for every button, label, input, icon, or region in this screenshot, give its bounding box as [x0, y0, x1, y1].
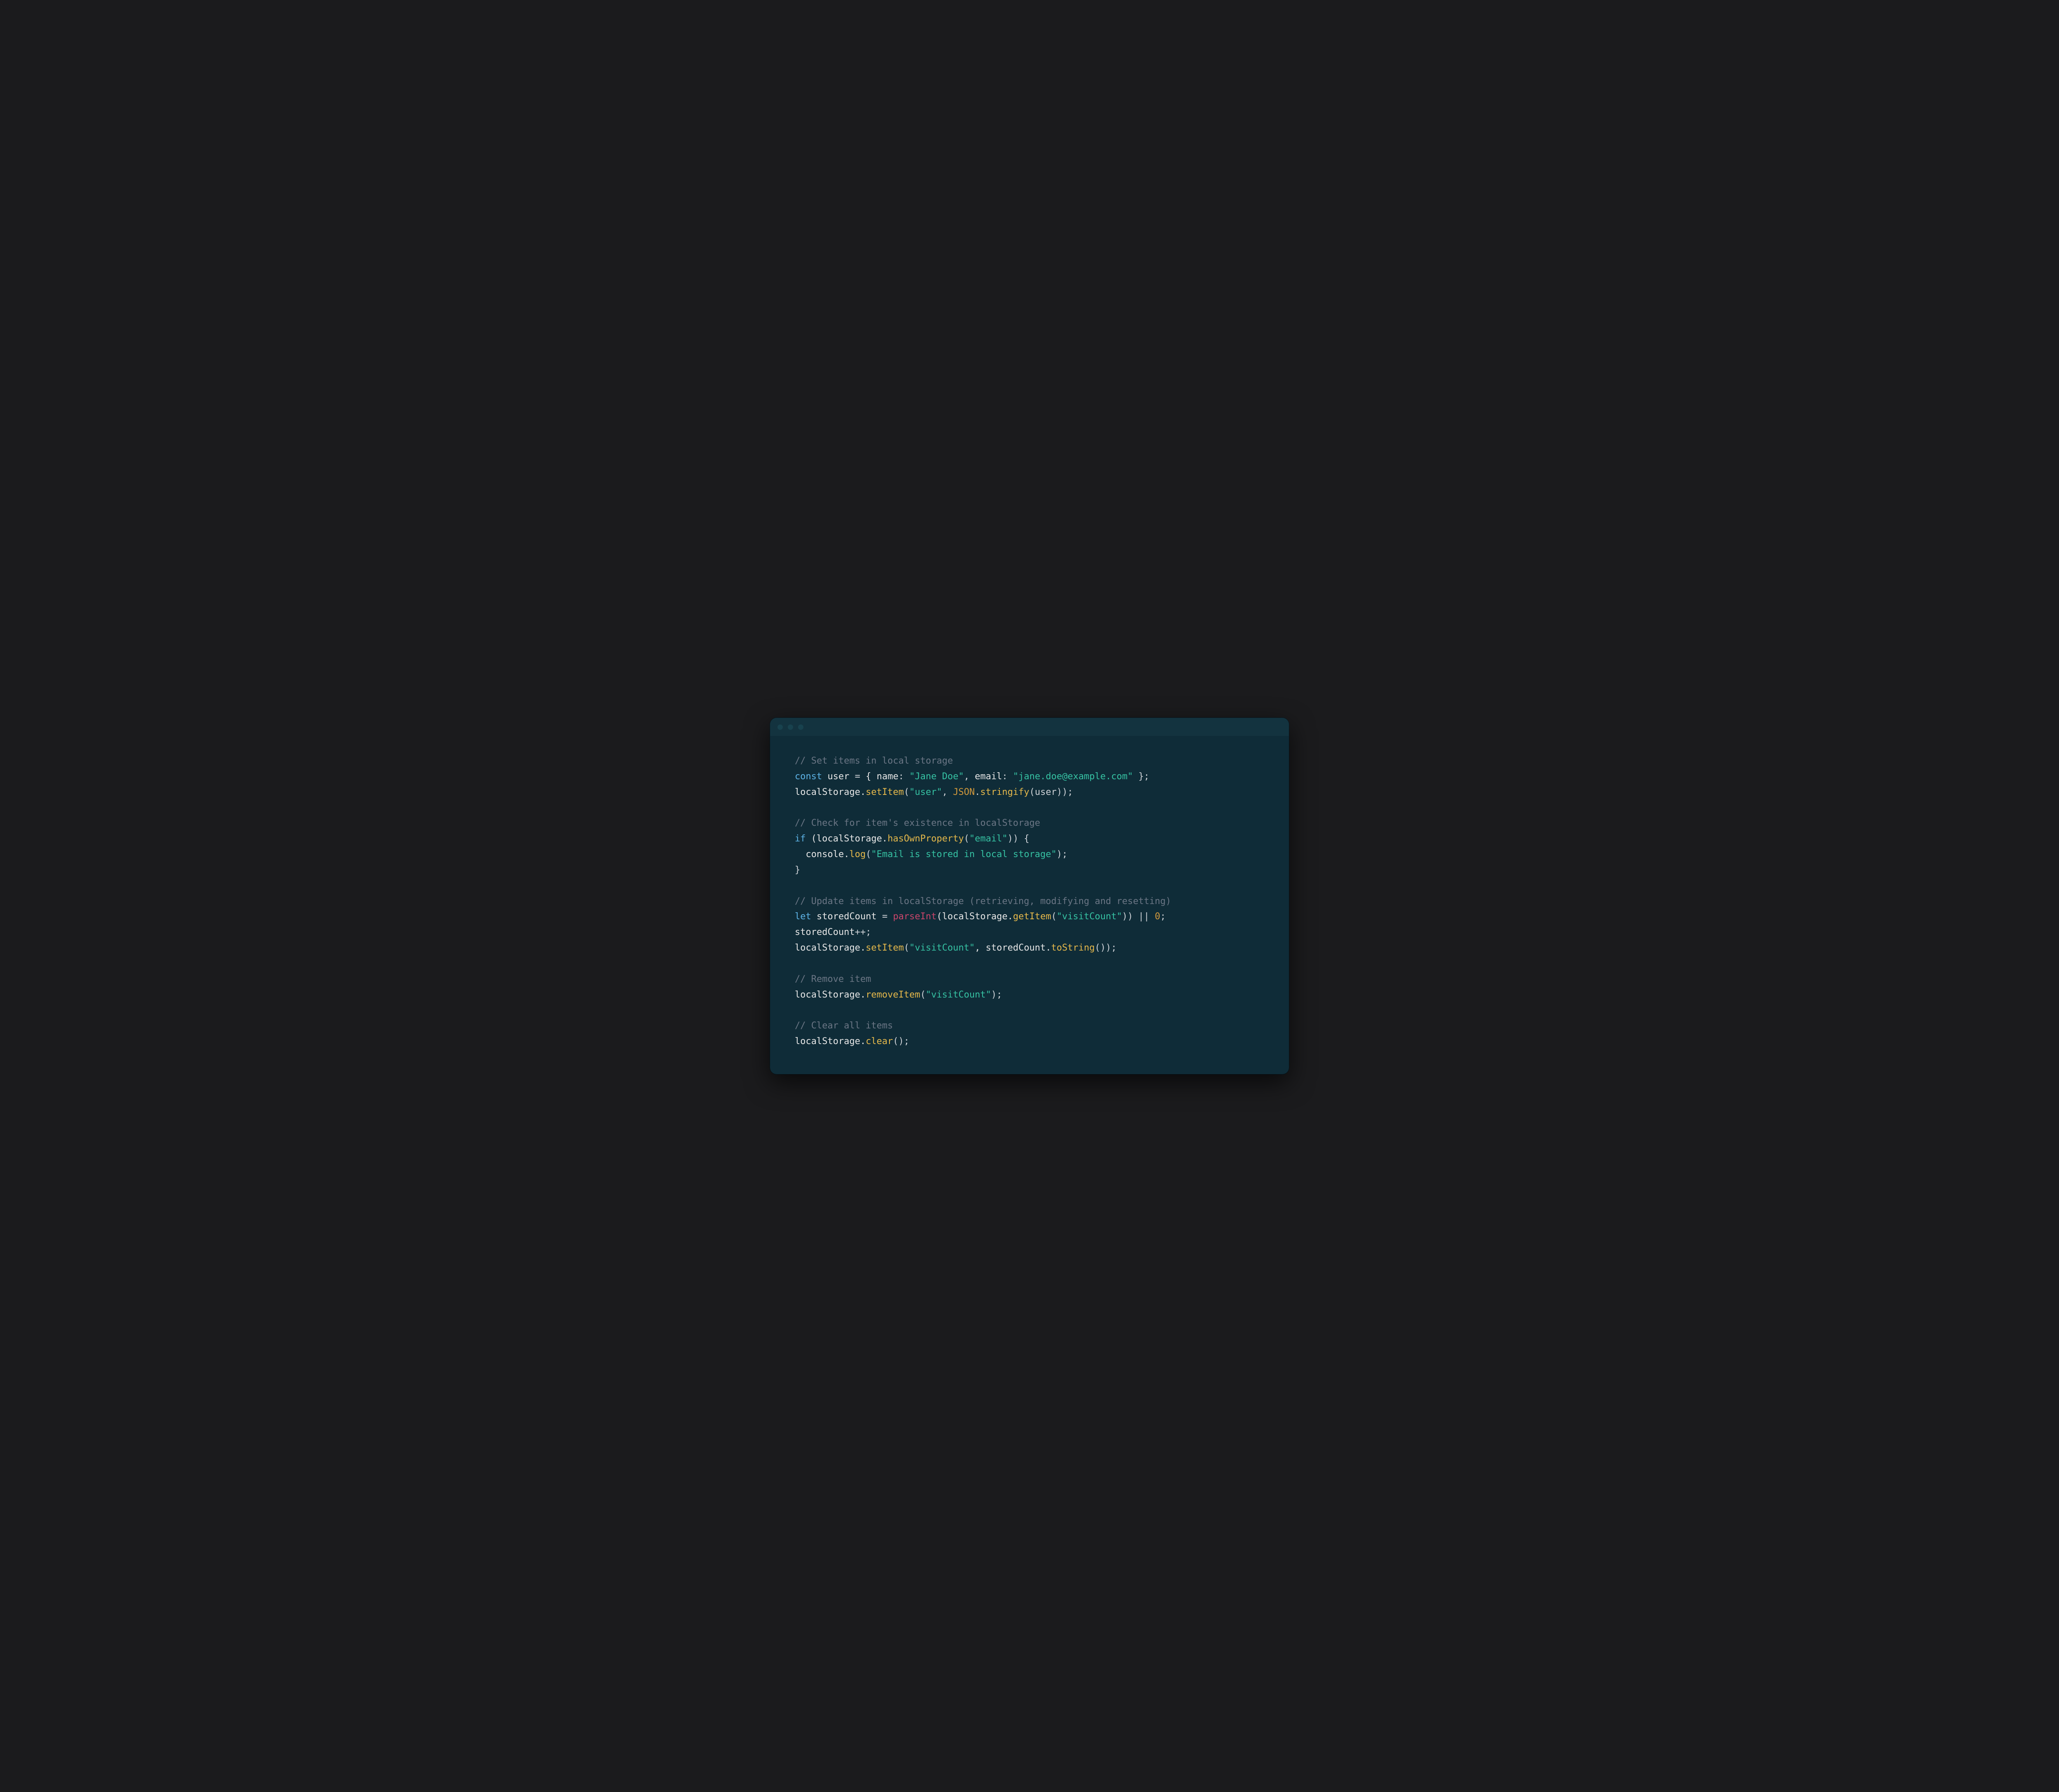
code-token: (localStorage.: [806, 834, 888, 844]
code-token: console.: [795, 849, 849, 860]
code-token: , storedCount.: [975, 943, 1051, 953]
code-comment: // Remove item: [795, 974, 871, 984]
code-token: parseInt: [893, 911, 936, 922]
code-token: setItem: [866, 787, 904, 797]
code-token: ();: [893, 1036, 909, 1047]
code-token: user: [822, 771, 854, 782]
code-comment: // Update items in localStorage (retriev…: [795, 896, 1171, 907]
code-token: localStorage.: [795, 1036, 866, 1047]
code-token: hasOwnProperty: [887, 834, 964, 844]
code-token: )) {: [1008, 834, 1030, 844]
code-token: "Email is stored in local storage": [871, 849, 1056, 860]
code-comment: // Clear all items: [795, 1021, 893, 1031]
code-token: ());: [1095, 943, 1117, 953]
code-token: }: [795, 865, 800, 875]
code-token: removeItem: [866, 990, 920, 1000]
code-token: email: [969, 771, 1002, 782]
code-token: "visitCount": [909, 943, 975, 953]
code-token: (: [1051, 911, 1057, 922]
code-editor[interactable]: // Set items in local storage const user…: [770, 736, 1289, 1074]
code-token: if: [795, 834, 806, 844]
code-token: (: [866, 849, 871, 860]
code-comment: // Set items in local storage: [795, 756, 953, 766]
code-window: // Set items in local storage const user…: [770, 718, 1289, 1074]
code-token: ,: [964, 771, 969, 782]
code-token: stringify: [980, 787, 1029, 797]
code-token: (: [904, 787, 909, 797]
code-token: setItem: [866, 943, 904, 953]
code-token: };: [1133, 771, 1149, 782]
traffic-light-close-icon[interactable]: [777, 724, 783, 730]
code-token: 0: [1155, 911, 1160, 922]
code-token: (: [904, 943, 909, 953]
code-comment: // Check for item's existence in localSt…: [795, 818, 1040, 828]
code-token: localStorage.: [795, 787, 866, 797]
code-token: getItem: [1013, 911, 1051, 922]
code-token: (: [920, 990, 926, 1000]
code-token: storedCount: [811, 911, 882, 922]
code-token: "user": [909, 787, 942, 797]
code-token: "email": [969, 834, 1008, 844]
code-token: "visitCount": [926, 990, 991, 1000]
code-token: localStorage.: [795, 943, 866, 953]
code-token: JSON: [953, 787, 975, 797]
code-token: clear: [866, 1036, 893, 1047]
code-token: =: [882, 911, 887, 922]
code-token: .: [975, 787, 980, 797]
code-token: let: [795, 911, 811, 922]
code-token: "visitCount": [1057, 911, 1122, 922]
code-token: { name: [860, 771, 899, 782]
code-token: (: [964, 834, 969, 844]
code-token: (localStorage.: [936, 911, 1013, 922]
code-token: "jane.doe@example.com": [1013, 771, 1133, 782]
code-token: (user));: [1030, 787, 1073, 797]
code-token: storedCount: [795, 927, 855, 937]
code-token: :: [899, 771, 904, 782]
code-token: localStorage.: [795, 990, 866, 1000]
traffic-light-zoom-icon[interactable]: [798, 724, 803, 730]
code-token: );: [991, 990, 1002, 1000]
titlebar: [770, 718, 1289, 736]
code-token: )): [1122, 911, 1139, 922]
code-token: const: [795, 771, 822, 782]
code-token: ||: [1139, 911, 1150, 922]
code-token: ;: [1160, 911, 1166, 922]
code-token: log: [849, 849, 866, 860]
code-token: ++;: [855, 927, 871, 937]
code-token: =: [855, 771, 860, 782]
code-token: );: [1057, 849, 1068, 860]
code-token: toString: [1051, 943, 1095, 953]
traffic-light-minimize-icon[interactable]: [788, 724, 793, 730]
code-token: "Jane Doe": [909, 771, 964, 782]
code-token: ,: [942, 787, 953, 797]
code-token: :: [1002, 771, 1007, 782]
